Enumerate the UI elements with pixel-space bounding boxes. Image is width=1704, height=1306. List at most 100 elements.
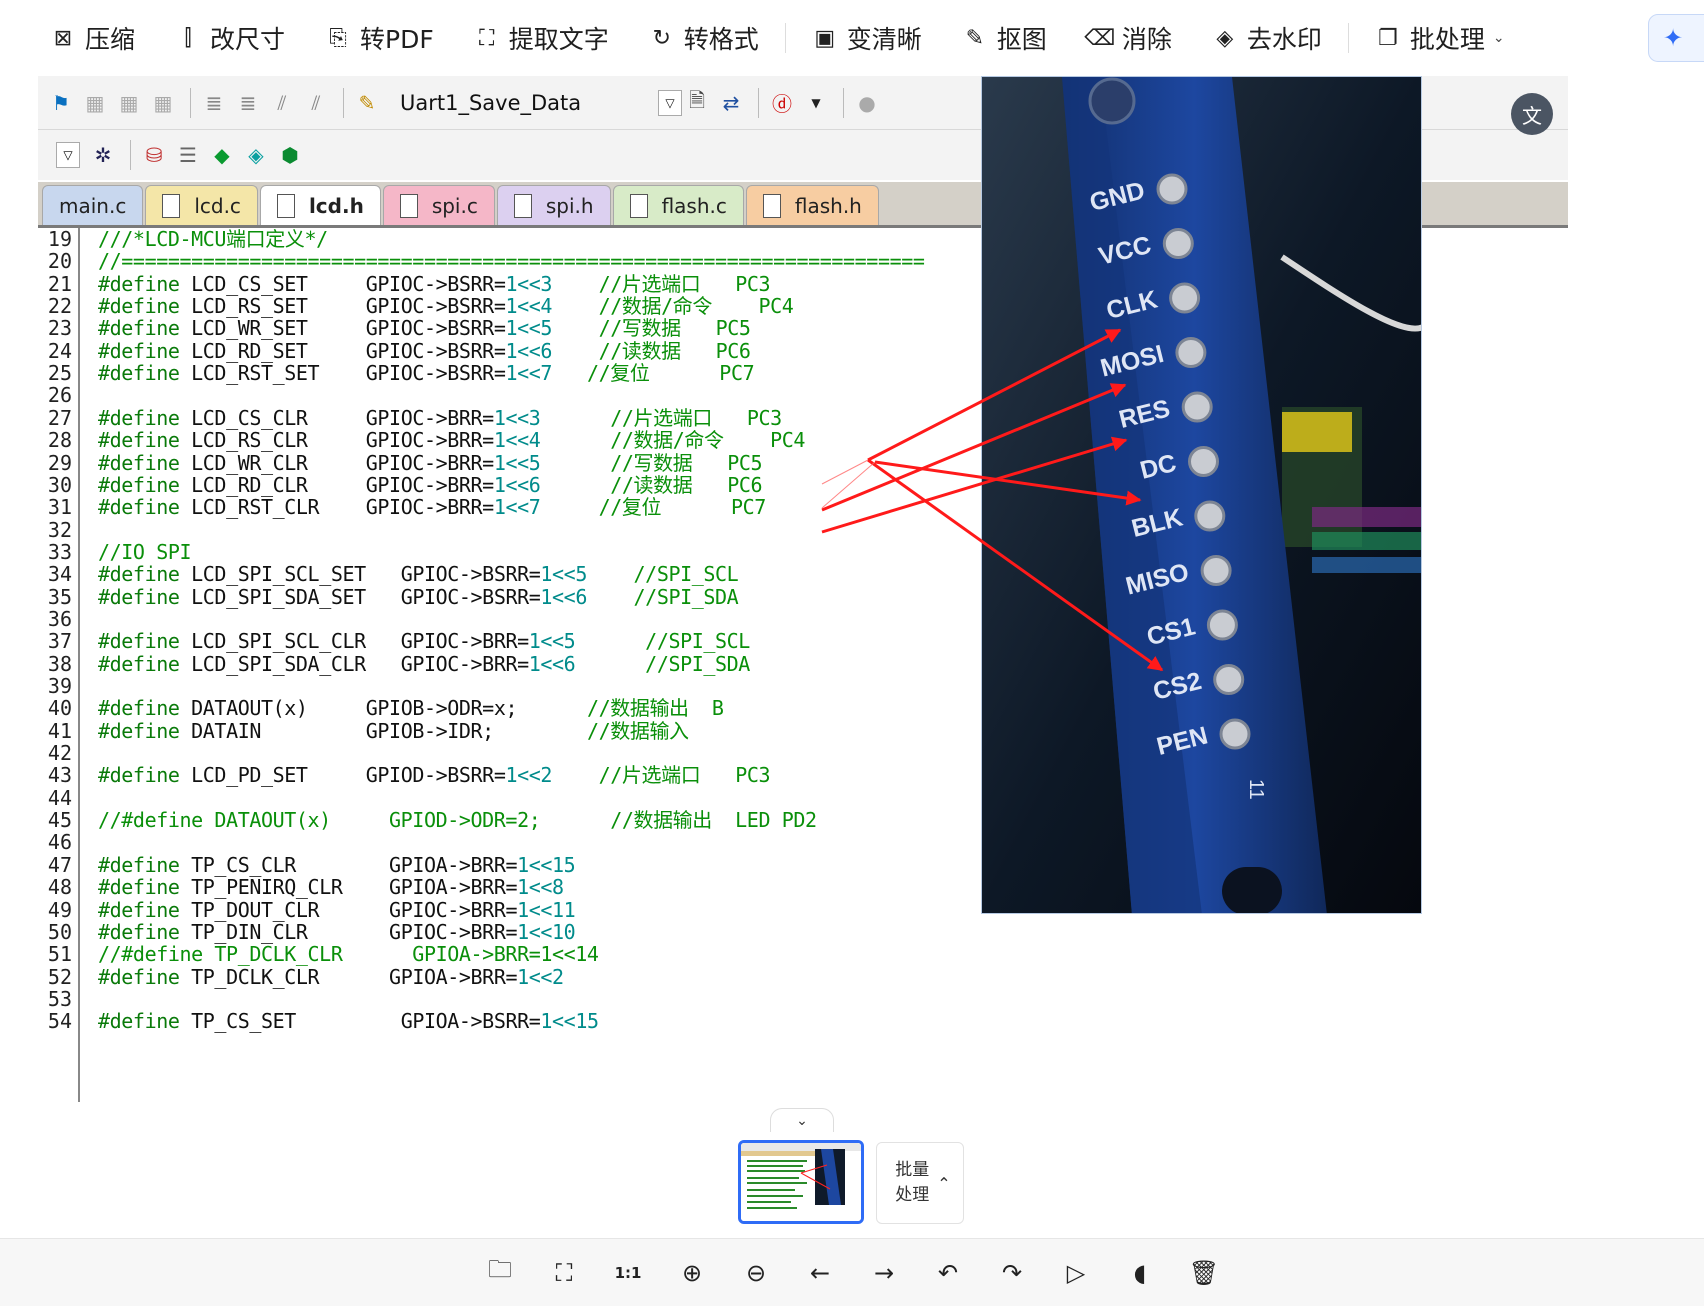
line-number: 23 (47, 316, 72, 341)
code-line[interactable]: 46 (38, 831, 982, 853)
actual-size-icon[interactable]: 1:1 (596, 1251, 660, 1295)
code-line[interactable]: 53 (38, 988, 982, 1010)
toolbar-item-2[interactable]: ⫿ 改尺寸 (175, 18, 285, 58)
code-line[interactable]: 22 #define LCD_RS_SET GPIOC->BSRR=1<<4 //… (38, 295, 982, 317)
code-line[interactable]: 45 //#define DATAOUT(x) GPIOD->ODR=2; //数… (38, 809, 982, 831)
open-folder-icon[interactable]: 🗀 (468, 1251, 532, 1295)
code-token-b: GPIOC->BSRR= (400, 584, 541, 609)
code-line[interactable]: 50 #define TP_DIN_CLR GPIOC->BRR=1<<10 (38, 921, 982, 943)
tab-file-4[interactable]: spi.c (382, 185, 495, 225)
line-number: 51 (47, 942, 72, 967)
code-line[interactable]: 19 ///*LCD-MCU端口定义*/ (38, 228, 982, 250)
line-number: 41 (47, 718, 72, 743)
code-line[interactable]: 24 #define LCD_RD_SET GPIOC->BSRR=1<<6 //… (38, 340, 982, 362)
code-token-b: GPIOC->BRR= (365, 428, 494, 453)
code-line[interactable]: 38 #define LCD_SPI_SDA_CLR GPIOC->BRR=1<<… (38, 653, 982, 675)
delete-icon[interactable]: 🗑 (1172, 1251, 1236, 1295)
code-text: #define TP_DCLK_CLR GPIOA->BRR=1<<2 (98, 966, 564, 988)
code-text: #define LCD_CS_SET GPIOC->BSRR=1<<3 //片选… (98, 273, 771, 295)
chevron-down-icon: ⌄ (796, 1113, 808, 1129)
code-token-a: LCD_SPI_SCL_SET (179, 562, 401, 587)
code-line[interactable]: 35 #define LCD_SPI_SDA_SET GPIOC->BSRR=1<… (38, 586, 982, 608)
code-line[interactable]: 47 #define TP_CS_CLR GPIOA->BRR=1<<15 (38, 854, 982, 876)
code-token-a: LCD_RST_CLR (179, 495, 366, 520)
code-line[interactable]: 25 #define LCD_RST_SET GPIOC->BSRR=1<<7 /… (38, 362, 982, 384)
toolbar-item-label: 压缩 (85, 25, 136, 54)
tab-file-7[interactable]: flash.h (745, 185, 879, 225)
code-line[interactable]: 21 #define LCD_CS_SET GPIOC->BSRR=1<<3 //… (38, 273, 982, 295)
code-line[interactable]: 36 (38, 608, 982, 630)
rotate-right-icon[interactable]: ↷ (980, 1251, 1044, 1295)
next-icon[interactable]: → (852, 1251, 916, 1295)
toolbar-item-3[interactable]: ⎘ 转PDF (325, 18, 434, 58)
toolbar-item-5[interactable]: ↻ 转格式 (649, 18, 759, 58)
code-text: #define LCD_RST_SET GPIOC->BSRR=1<<7 //复… (98, 362, 755, 384)
top-toolbar: ⊠ 压缩 ⫿ 改尺寸 ⎘ 转PDF ⛶ 提取文字 ↻ 转格式 ▣ 变清晰 ✎ 抠图 ⌫ 消除 ◈ 去水印 ❐ 批处理 ⌄ (0, 0, 1704, 76)
slideshow-icon[interactable]: ▷ (1044, 1251, 1108, 1295)
toolbar-item-4[interactable]: ⛶ 提取文字 (474, 18, 609, 58)
code-line[interactable]: 39 (38, 675, 982, 697)
code-line[interactable]: 51 //#define TP_DCLK_CLR GPIOA->BRR=1<<14 (38, 943, 982, 965)
toolbar-item-label: 去水印 (1246, 25, 1322, 54)
thumbnail-current[interactable] (738, 1140, 864, 1224)
fullscreen-icon[interactable]: ⛶ (532, 1251, 596, 1295)
code-line[interactable]: 34 #define LCD_SPI_SCL_SET GPIOC->BSRR=1<… (38, 563, 982, 585)
code-line[interactable]: 48 #define TP_PENIRQ_CLR GPIOA->BRR=1<<8 (38, 876, 982, 898)
code-line[interactable]: 20 //====================================… (38, 250, 982, 272)
code-text: #define TP_DOUT_CLR GPIOC->BRR=1<<11 (98, 899, 576, 921)
line-number: 32 (47, 517, 72, 542)
target-select[interactable]: Uart1_Save_Data ▽ (392, 85, 682, 121)
toolbar-item-7[interactable]: ✎ 抠图 (962, 18, 1047, 58)
code-line[interactable]: 44 (38, 787, 982, 809)
code-line[interactable]: 27 #define LCD_CS_CLR GPIOC->BRR=1<<3 //片… (38, 407, 982, 429)
code-line[interactable]: 32 (38, 519, 982, 541)
code-line[interactable]: 28 #define LCD_RS_CLR GPIOC->BRR=1<<4 //数… (38, 429, 982, 451)
line-number: 22 (47, 294, 72, 319)
tab-file-3[interactable]: lcd.h (259, 185, 381, 225)
code-line[interactable]: 26 (38, 384, 982, 406)
code-line[interactable]: 30 #define LCD_RD_CLR GPIOC->BRR=1<<6 //读… (38, 474, 982, 496)
code-line[interactable]: 42 (38, 742, 982, 764)
toolbar-item-10[interactable]: ❐ 批处理 ⌄ (1375, 18, 1505, 58)
code-token-b: GPIOC->BSRR= (365, 338, 506, 363)
tab-file-2[interactable]: lcd.c (145, 185, 258, 225)
tab-file-6[interactable]: flash.c (612, 185, 744, 225)
tab-file-1[interactable]: main.c (42, 185, 144, 225)
code-line[interactable]: 31 #define LCD_RST_CLR GPIOC->BRR=1<<7 //… (38, 496, 982, 518)
code-line[interactable]: 37 #define LCD_SPI_SCL_CLR GPIOC->BRR=1<<… (38, 630, 982, 652)
ai-assistant-button[interactable]: ✦ (1648, 14, 1704, 62)
code-token-b: GPIOC->BRR= (365, 472, 494, 497)
code-line[interactable]: 54 #define TP_CS_SET GPIOA->BSRR=1<<15 (38, 1010, 982, 1032)
toolbar-item-6[interactable]: ▣ 变清晰 (812, 18, 921, 58)
code-line[interactable]: 41 #define DATAIN GPIOB->IDR; //数据输入 (38, 720, 982, 742)
code-comment: //#define TP_DCLK_CLR GPIOA->BRR=1<<14 (98, 942, 599, 967)
code-line[interactable]: 23 #define LCD_WR_SET GPIOC->BSRR=1<<5 //… (38, 317, 982, 339)
code-token-k: #define (98, 718, 180, 743)
code-line[interactable]: 29 #define LCD_WR_CLR GPIOC->BRR=1<<5 //写… (38, 452, 982, 474)
code-text: //======================================… (98, 250, 925, 272)
code-token-d: //写数据 PC5 (552, 316, 751, 341)
zoom-in-icon[interactable]: ⊕ (660, 1251, 724, 1295)
compress-icon: ⊠ (53, 25, 73, 51)
line-number: 36 (47, 606, 72, 631)
batch-process-button[interactable]: 批量处理 ⌃ (876, 1142, 964, 1224)
code-line[interactable]: 40 #define DATAOUT(x) GPIOB->ODR=x; //数据输… (38, 697, 982, 719)
previous-icon[interactable]: ← (788, 1251, 852, 1295)
toolbar-item-label: 转格式 (683, 25, 759, 54)
code-line[interactable]: 52 #define TP_DCLK_CLR GPIOA->BRR=1<<2 (38, 966, 982, 988)
toolbar-item-9[interactable]: ◈ 去水印 (1212, 18, 1322, 58)
code-text: #define TP_CS_SET GPIOA->BSRR=1<<15 (98, 1010, 599, 1032)
code-line[interactable]: 43 #define LCD_PD_SET GPIOD->BSRR=1<<2 //… (38, 764, 982, 786)
zoom-out-icon[interactable]: ⊖ (724, 1251, 788, 1295)
toolbar-item-1[interactable]: ⊠ 压缩 (50, 18, 135, 58)
code-token-c: 1<<3 (493, 405, 541, 430)
mouse-icon[interactable]: ◖ (1108, 1251, 1172, 1295)
thumbnail-collapse-button[interactable]: ⌄ (770, 1108, 834, 1132)
code-text: //IO SPI (98, 541, 192, 563)
code-line[interactable]: 33 //IO SPI (38, 541, 982, 563)
translate-button[interactable]: 文 (1511, 93, 1553, 135)
tab-file-5[interactable]: spi.h (496, 185, 611, 225)
toolbar-item-8[interactable]: ⌫ 消除 (1084, 18, 1172, 58)
code-line[interactable]: 49 #define TP_DOUT_CLR GPIOC->BRR=1<<11 (38, 899, 982, 921)
rotate-left-icon[interactable]: ↶ (916, 1251, 980, 1295)
